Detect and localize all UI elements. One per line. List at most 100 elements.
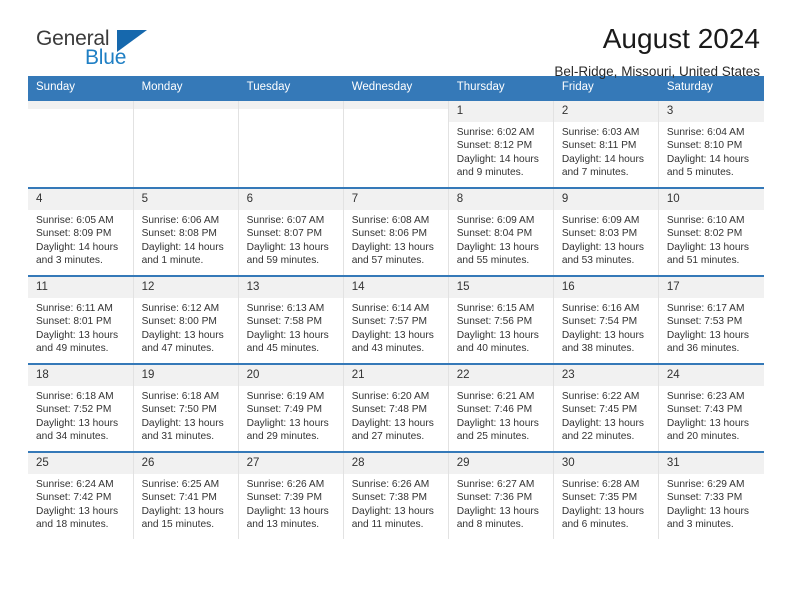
day-cell-body: 10 Sunrise: 6:10 AM Sunset: 8:02 PM Dayligh… [658, 189, 764, 275]
day-number: 19 [133, 365, 238, 386]
calendar-day-cell[interactable]: 19 Sunrise: 6:18 AM Sunset: 7:50 PM Dayligh… [133, 363, 239, 452]
sunset-text: Sunset: 8:03 PM [561, 228, 638, 240]
generalblue-logo[interactable]: General Blue [28, 22, 158, 74]
calendar-day-cell[interactable]: 17 Sunrise: 6:17 AM Sunset: 7:53 PM Dayligh… [658, 275, 764, 364]
sunrise-text: Sunrise: 6:14 AM [351, 303, 430, 314]
day-cell-body: 6 Sunrise: 6:07 AM Sunset: 8:07 PM Daylight… [238, 189, 343, 275]
day-cell-body: 22 Sunrise: 6:21 AM Sunset: 7:46 PM Dayligh… [448, 365, 553, 451]
calendar-day-cell[interactable]: 1 Sunrise: 6:02 AM Sunset: 8:12 PM Daylight… [448, 99, 554, 188]
day-cell-body: 4 Sunrise: 6:05 AM Sunset: 8:09 PM Daylight… [28, 189, 133, 275]
sunset-text: Sunset: 7:36 PM [456, 492, 533, 504]
day-number: 9 [553, 189, 658, 210]
calendar-day-cell[interactable]: 25 Sunrise: 6:24 AM Sunset: 7:42 PM Dayligh… [28, 451, 134, 539]
calendar-day-cell[interactable]: 22 Sunrise: 6:21 AM Sunset: 7:46 PM Dayligh… [448, 363, 554, 452]
calendar-day-cell[interactable]: 6 Sunrise: 6:07 AM Sunset: 8:07 PM Daylight… [238, 187, 344, 276]
calendar-day-cell[interactable]: 15 Sunrise: 6:15 AM Sunset: 7:56 PM Dayligh… [448, 275, 554, 364]
day-cell-body: 30 Sunrise: 6:28 AM Sunset: 7:35 PM Dayligh… [553, 453, 658, 539]
sunset-text: Sunset: 7:53 PM [666, 316, 743, 328]
calendar-day-cell[interactable]: 20 Sunrise: 6:19 AM Sunset: 7:49 PM Dayligh… [238, 363, 344, 452]
day-cell-body: 21 Sunrise: 6:20 AM Sunset: 7:48 PM Dayligh… [343, 365, 448, 451]
day-sun-info: Sunrise: 6:28 AM Sunset: 7:35 PM Daylight:… [554, 474, 658, 532]
day-cell-body: 2 Sunrise: 6:03 AM Sunset: 8:11 PM Daylight… [553, 101, 658, 187]
calendar-day-cell[interactable]: 23 Sunrise: 6:22 AM Sunset: 7:45 PM Dayligh… [553, 363, 659, 452]
weekday-header-sunday: Sunday [28, 76, 134, 100]
day-sun-info: Sunrise: 6:07 AM Sunset: 8:07 PM Daylight:… [239, 210, 343, 268]
calendar-day-cell[interactable]: 4 Sunrise: 6:05 AM Sunset: 8:09 PM Daylight… [28, 187, 134, 276]
day-number: 8 [448, 189, 553, 210]
day-sun-info: Sunrise: 6:09 AM Sunset: 8:03 PM Daylight:… [554, 210, 658, 268]
sunrise-text: Sunrise: 6:09 AM [456, 215, 535, 226]
calendar-day-cell[interactable]: 5 Sunrise: 6:06 AM Sunset: 8:08 PM Daylight… [133, 187, 239, 276]
calendar-day-cell[interactable]: 31 Sunrise: 6:29 AM Sunset: 7:33 PM Dayligh… [658, 451, 764, 539]
sunrise-text: Sunrise: 6:26 AM [351, 479, 430, 490]
sunset-text: Sunset: 8:10 PM [666, 140, 743, 152]
day-number: 14 [343, 277, 448, 298]
daylight-text: Daylight: 14 hours and 9 minutes. [456, 153, 539, 179]
day-number: 24 [658, 365, 764, 386]
calendar-day-cell[interactable]: 9 Sunrise: 6:09 AM Sunset: 8:03 PM Daylight… [553, 187, 659, 276]
sunrise-text: Sunrise: 6:17 AM [666, 303, 745, 314]
day-sun-info: Sunrise: 6:21 AM Sunset: 7:46 PM Daylight:… [449, 386, 553, 444]
calendar-day-cell[interactable]: 26 Sunrise: 6:25 AM Sunset: 7:41 PM Dayligh… [133, 451, 239, 539]
sunrise-text: Sunrise: 6:22 AM [561, 391, 640, 402]
sunset-text: Sunset: 7:52 PM [36, 404, 112, 416]
calendar-day-cell[interactable]: 30 Sunrise: 6:28 AM Sunset: 7:35 PM Dayligh… [553, 451, 659, 539]
day-cell-body: 16 Sunrise: 6:16 AM Sunset: 7:54 PM Dayligh… [553, 277, 658, 363]
calendar-day-cell[interactable]: 21 Sunrise: 6:20 AM Sunset: 7:48 PM Dayligh… [343, 363, 449, 452]
sunrise-text: Sunrise: 6:12 AM [141, 303, 220, 314]
calendar-day-cell[interactable]: 29 Sunrise: 6:27 AM Sunset: 7:36 PM Dayligh… [448, 451, 554, 539]
day-sun-info: Sunrise: 6:23 AM Sunset: 7:43 PM Daylight:… [659, 386, 764, 444]
daylight-text: Daylight: 13 hours and 25 minutes. [456, 417, 539, 443]
day-sun-info: Sunrise: 6:13 AM Sunset: 7:58 PM Daylight:… [239, 298, 343, 356]
daylight-text: Daylight: 13 hours and 6 minutes. [561, 505, 644, 531]
sunset-text: Sunset: 7:35 PM [561, 492, 638, 504]
day-cell-body: 5 Sunrise: 6:06 AM Sunset: 8:08 PM Daylight… [133, 189, 238, 275]
day-number: 7 [343, 189, 448, 210]
day-sun-info: Sunrise: 6:03 AM Sunset: 8:11 PM Daylight:… [554, 122, 658, 180]
day-number [238, 101, 343, 109]
sunset-text: Sunset: 7:58 PM [246, 316, 322, 328]
day-cell-body: 27 Sunrise: 6:26 AM Sunset: 7:39 PM Dayligh… [238, 453, 343, 539]
sunset-text: Sunset: 7:49 PM [246, 404, 322, 416]
calendar-day-cell[interactable]: 27 Sunrise: 6:26 AM Sunset: 7:39 PM Dayligh… [238, 451, 344, 539]
sunset-text: Sunset: 8:02 PM [666, 228, 743, 240]
day-cell-body: 28 Sunrise: 6:26 AM Sunset: 7:38 PM Dayligh… [343, 453, 448, 539]
sunset-text: Sunset: 7:45 PM [561, 404, 638, 416]
calendar-day-cell[interactable]: 28 Sunrise: 6:26 AM Sunset: 7:38 PM Dayligh… [343, 451, 449, 539]
sunrise-text: Sunrise: 6:16 AM [561, 303, 640, 314]
calendar-day-cell[interactable]: 11 Sunrise: 6:11 AM Sunset: 8:01 PM Dayligh… [28, 275, 134, 364]
day-number: 11 [28, 277, 133, 298]
day-number: 31 [658, 453, 764, 474]
calendar-day-cell[interactable]: 24 Sunrise: 6:23 AM Sunset: 7:43 PM Dayligh… [658, 363, 764, 452]
calendar-day-cell[interactable]: 8 Sunrise: 6:09 AM Sunset: 8:04 PM Daylight… [448, 187, 554, 276]
calendar-day-cell[interactable]: 3 Sunrise: 6:04 AM Sunset: 8:10 PM Daylight… [658, 99, 764, 188]
day-sun-info: Sunrise: 6:14 AM Sunset: 7:57 PM Daylight:… [344, 298, 448, 356]
daylight-text: Daylight: 13 hours and 34 minutes. [36, 417, 119, 443]
sunrise-text: Sunrise: 6:19 AM [246, 391, 325, 402]
day-sun-info: Sunrise: 6:10 AM Sunset: 8:02 PM Daylight:… [659, 210, 764, 268]
day-number: 13 [238, 277, 343, 298]
sunrise-text: Sunrise: 6:06 AM [141, 215, 220, 226]
day-number: 28 [343, 453, 448, 474]
calendar-day-cell[interactable]: 13 Sunrise: 6:13 AM Sunset: 7:58 PM Dayligh… [238, 275, 344, 364]
day-number: 10 [658, 189, 764, 210]
daylight-text: Daylight: 13 hours and 29 minutes. [246, 417, 329, 443]
weekday-header-tuesday: Tuesday [238, 76, 344, 100]
calendar-day-cell[interactable]: 2 Sunrise: 6:03 AM Sunset: 8:11 PM Daylight… [553, 99, 659, 188]
day-cell-body: 24 Sunrise: 6:23 AM Sunset: 7:43 PM Dayligh… [658, 365, 764, 451]
calendar-day-cell[interactable]: 16 Sunrise: 6:16 AM Sunset: 7:54 PM Dayligh… [553, 275, 659, 364]
day-cell-body: 8 Sunrise: 6:09 AM Sunset: 8:04 PM Daylight… [448, 189, 553, 275]
calendar-day-cell[interactable]: 12 Sunrise: 6:12 AM Sunset: 8:00 PM Dayligh… [133, 275, 239, 364]
calendar-day-cell[interactable]: 14 Sunrise: 6:14 AM Sunset: 7:57 PM Dayligh… [343, 275, 449, 364]
calendar-day-cell[interactable]: 10 Sunrise: 6:10 AM Sunset: 8:02 PM Dayligh… [658, 187, 764, 276]
sunset-text: Sunset: 8:12 PM [456, 140, 533, 152]
calendar-week-row: 1 Sunrise: 6:02 AM Sunset: 8:12 PM Daylight… [28, 99, 764, 188]
day-cell-body: 1 Sunrise: 6:02 AM Sunset: 8:12 PM Daylight… [448, 101, 553, 187]
sunrise-text: Sunrise: 6:05 AM [36, 215, 114, 226]
calendar-day-cell[interactable]: 7 Sunrise: 6:08 AM Sunset: 8:06 PM Daylight… [343, 187, 449, 276]
day-sun-info: Sunrise: 6:22 AM Sunset: 7:45 PM Daylight:… [554, 386, 658, 444]
daylight-text: Daylight: 14 hours and 3 minutes. [36, 241, 119, 267]
sunset-text: Sunset: 7:54 PM [561, 316, 638, 328]
calendar-day-cell[interactable]: 18 Sunrise: 6:18 AM Sunset: 7:52 PM Dayligh… [28, 363, 134, 452]
sunrise-text: Sunrise: 6:09 AM [561, 215, 640, 226]
